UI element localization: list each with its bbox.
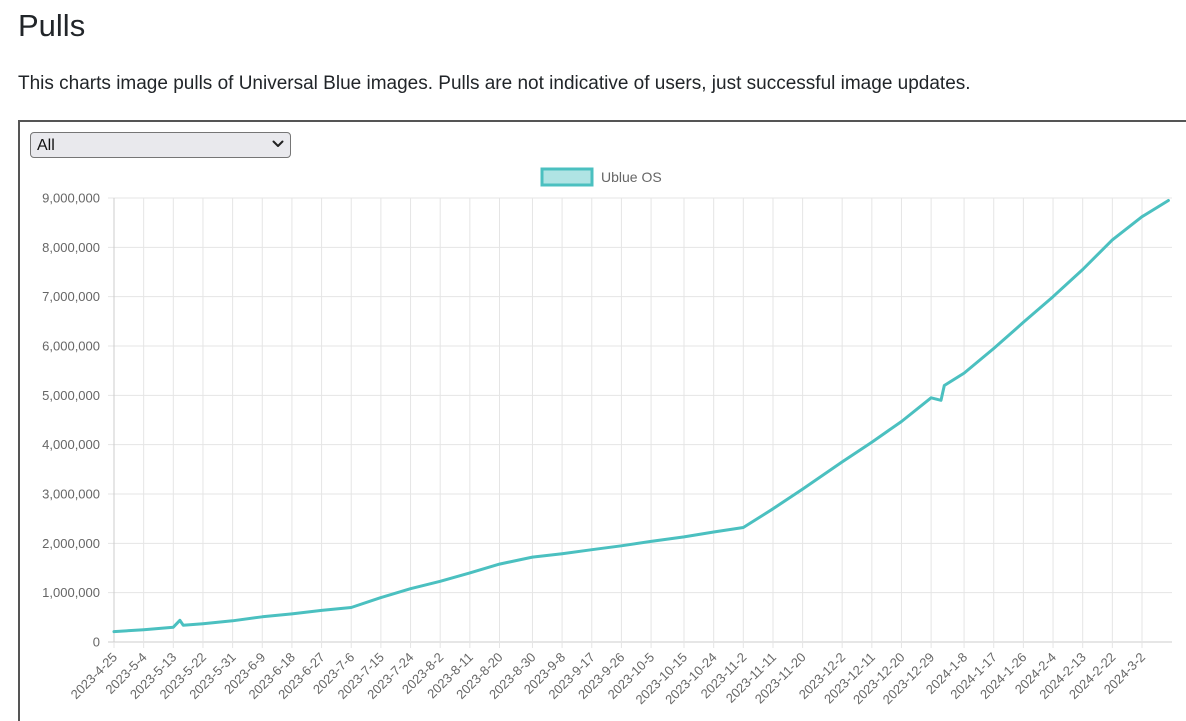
y-tick-label: 4,000,000 (42, 437, 100, 452)
y-tick-label: 6,000,000 (42, 339, 100, 354)
data-point (142, 628, 145, 631)
pulls-line-chart: 0 1,000,000 2,000,000 3,000,000 4,000,000 5,0… (42, 167, 1172, 707)
data-point (900, 420, 903, 423)
data-point (929, 396, 933, 399)
series-line (112, 199, 1170, 634)
data-point (261, 615, 264, 618)
data-point (962, 371, 966, 375)
data-point (682, 535, 686, 539)
data-point (468, 571, 471, 575)
data-point (409, 587, 412, 590)
y-tick-label: 9,000,000 (42, 191, 100, 206)
legend-swatch (540, 167, 594, 187)
y-tick-label: 7,000,000 (42, 289, 100, 304)
data-point (182, 624, 185, 627)
data-point (1022, 321, 1025, 324)
data-point (498, 562, 501, 566)
data-point (590, 548, 593, 551)
data-point (439, 580, 442, 583)
data-point (841, 460, 844, 464)
y-tick-label: 8,000,000 (42, 240, 100, 255)
data-point (201, 622, 205, 625)
data-point (172, 626, 175, 629)
data-point (531, 555, 534, 559)
data-point (112, 630, 116, 633)
data-point (939, 399, 943, 402)
data-point (320, 609, 323, 612)
data-point (870, 441, 873, 444)
data-point (992, 347, 995, 350)
data-point (1111, 238, 1114, 242)
data-point (943, 384, 946, 387)
data-point (801, 487, 804, 491)
legend-label: Ublue OS (601, 169, 662, 185)
data-point (1081, 268, 1084, 271)
y-tick-label: 2,000,000 (42, 536, 100, 551)
data-point (350, 606, 353, 609)
data-point (379, 596, 383, 599)
data-point (231, 619, 234, 622)
page: Pulls This charts image pulls of Univers… (0, 0, 1186, 721)
data-point (620, 544, 623, 547)
y-tick-label: 1,000,000 (42, 585, 100, 600)
y-tick-label: 3,000,000 (42, 487, 100, 502)
data-point (1140, 215, 1144, 218)
data-point (1167, 199, 1170, 202)
y-tick-label: 5,000,000 (42, 388, 100, 403)
data-point (1051, 295, 1055, 298)
data-point (560, 552, 564, 555)
data-point (178, 619, 182, 622)
y-tick-label: 0 (93, 635, 100, 650)
data-point (742, 526, 745, 529)
data-point (290, 612, 294, 616)
data-point (649, 540, 653, 543)
data-point (771, 507, 775, 510)
data-point (712, 530, 715, 534)
